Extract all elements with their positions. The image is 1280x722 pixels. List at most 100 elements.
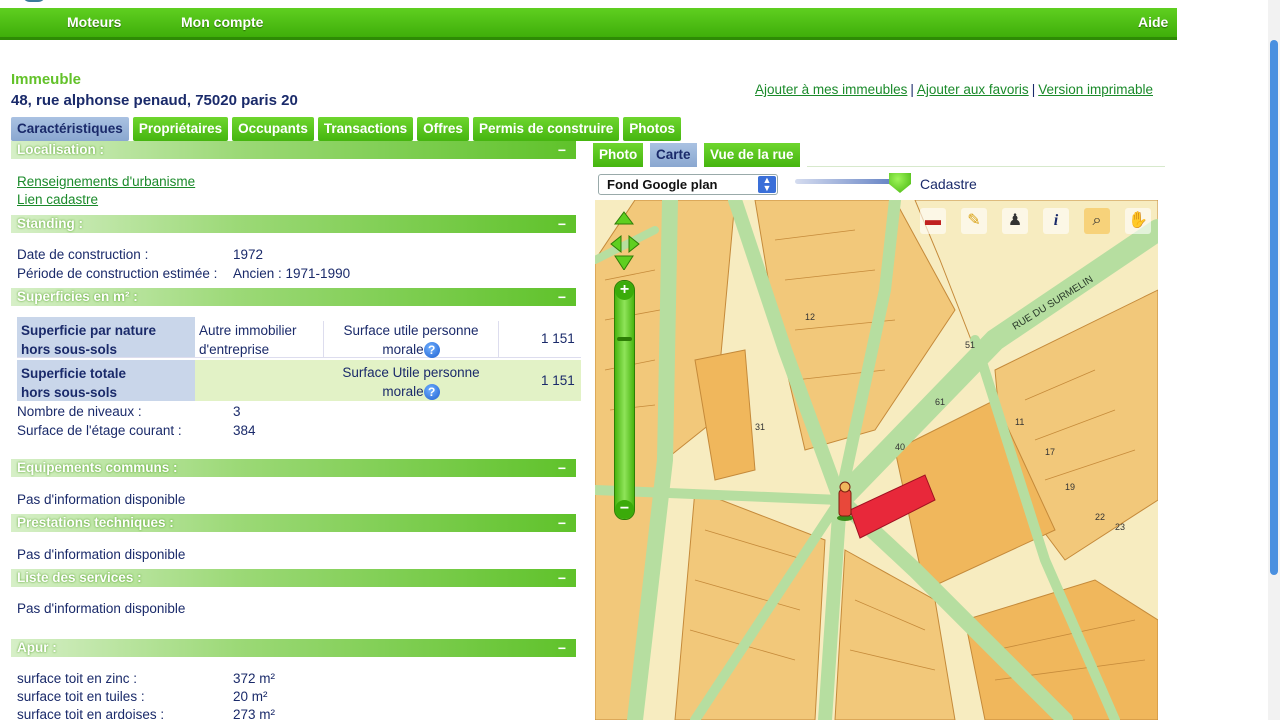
- link-separator: |: [910, 82, 914, 97]
- logo-fragment: [22, 0, 46, 2]
- collapse-icon[interactable]: −: [558, 640, 566, 656]
- urbanisme-link[interactable]: Renseignements d'urbanisme: [17, 174, 195, 189]
- collapse-icon[interactable]: −: [558, 216, 566, 232]
- zoom-icon[interactable]: ⌕: [1084, 208, 1110, 234]
- cell-line: morale: [382, 384, 424, 399]
- parcel-number: 22: [1095, 512, 1105, 522]
- field-label: Date de construction :: [17, 247, 149, 262]
- row-header: Superficie totale hors sous-sols: [17, 360, 195, 401]
- parcel-number: 19: [1065, 482, 1075, 492]
- table-row: Superficie totale hors sous-sols Surface …: [17, 360, 581, 401]
- no-info-text: Pas d'information disponible: [17, 547, 186, 562]
- map-view[interactable]: RUE DU SURMELIN 51 61 11 17 19 40 22 23 …: [595, 200, 1158, 720]
- table-row: Superficie par nature hors sous-sols Autr…: [17, 317, 581, 359]
- section-header-localisation[interactable]: Localisation : −: [11, 141, 576, 159]
- field-value: Ancien : 1971-1990: [233, 266, 351, 281]
- tab-permis[interactable]: Permis de construire: [472, 117, 620, 141]
- collapse-icon[interactable]: −: [558, 460, 566, 476]
- select-arrows-icon: ▲ ▼: [758, 176, 776, 193]
- map-tab-photo[interactable]: Photo: [593, 143, 644, 167]
- pegman-icon[interactable]: ♟: [1002, 208, 1028, 234]
- main-tabs: Caractéristiques Propriétaires Occupants…: [11, 117, 681, 141]
- field-value: 384: [233, 423, 256, 438]
- collapse-icon[interactable]: −: [558, 142, 566, 158]
- row-header-line: hors sous-sols: [21, 385, 118, 400]
- parcel-number: 40: [895, 442, 905, 452]
- ruler-icon[interactable]: ▬: [920, 208, 946, 234]
- section-title: Apur :: [17, 640, 57, 655]
- section-header-prestations[interactable]: Prestations techniques : −: [11, 514, 576, 532]
- collapse-icon[interactable]: −: [558, 515, 566, 531]
- field-label: surface toit en tuiles :: [17, 689, 145, 704]
- tab-photos[interactable]: Photos: [623, 117, 681, 141]
- highlighter-icon[interactable]: ✎: [961, 208, 987, 234]
- section-header-equipements[interactable]: Equipements communs : −: [11, 459, 576, 477]
- row-header-line: Superficie par nature: [21, 323, 157, 338]
- section-header-standing[interactable]: Standing : −: [11, 215, 576, 233]
- zoom-level-marker: [617, 337, 632, 341]
- tab-divider: [807, 166, 1165, 167]
- cadastre-opacity-slider[interactable]: [795, 179, 903, 184]
- tab-proprietaires[interactable]: Propriétaires: [132, 117, 229, 141]
- cadastre-link[interactable]: Lien cadastre: [17, 192, 98, 207]
- parcel-number: 11: [1015, 417, 1024, 427]
- collapse-icon[interactable]: −: [558, 570, 566, 586]
- link-separator: |: [1031, 82, 1036, 97]
- collapse-icon[interactable]: −: [558, 289, 566, 305]
- field-value: 20 m²: [233, 689, 268, 704]
- pan-arrows-icon: [610, 211, 640, 270]
- tab-occupants[interactable]: Occupants: [232, 117, 314, 141]
- cell-line: d'entreprise: [199, 342, 270, 357]
- scrollbar-thumb[interactable]: [1270, 40, 1278, 575]
- help-icon[interactable]: ?: [423, 384, 440, 401]
- zoom-in-button[interactable]: +: [615, 281, 634, 300]
- tab-offres[interactable]: Offres: [417, 117, 469, 141]
- print-version-link[interactable]: Version imprimable: [1038, 82, 1153, 97]
- page-title-address: 48, rue alphonse penaud, 75020 paris 20: [11, 92, 298, 109]
- section-title: Liste des services :: [17, 570, 142, 585]
- hand-icon[interactable]: ✋: [1125, 208, 1151, 234]
- cadastre-map-svg: RUE DU SURMELIN 51 61 11 17 19 40 22 23 …: [595, 200, 1158, 720]
- tab-caracteristiques[interactable]: Caractéristiques: [11, 117, 129, 141]
- section-header-services[interactable]: Liste des services : −: [11, 569, 576, 587]
- page-scrollbar[interactable]: [1268, 0, 1280, 720]
- pan-control[interactable]: [609, 210, 649, 270]
- map-tab-vue-rue[interactable]: Vue de la rue: [704, 143, 800, 167]
- parcel-number: 31: [755, 422, 765, 432]
- field-label: Nombre de niveaux :: [17, 404, 142, 419]
- header-actions: Ajouter à mes immeubles | Ajouter aux favo…: [755, 82, 1153, 97]
- field-value: 372 m²: [233, 671, 276, 686]
- zoom-slider[interactable]: + −: [614, 280, 635, 520]
- type-cell: Surface Utile personne morale?: [323, 363, 499, 401]
- value-cell: 1 151: [541, 331, 575, 346]
- section-title: Standing :: [17, 216, 83, 231]
- nav-mon-compte[interactable]: Mon compte: [181, 14, 263, 30]
- add-to-favorites-link[interactable]: Ajouter aux favoris: [917, 82, 1029, 97]
- tab-transactions[interactable]: Transactions: [317, 117, 414, 141]
- zoom-out-button[interactable]: −: [615, 500, 634, 519]
- section-header-superficies[interactable]: Superficies en m² : −: [11, 288, 576, 306]
- cell-line: morale: [382, 342, 424, 357]
- parcel-number: 12: [805, 312, 815, 322]
- slider-label: Cadastre: [920, 176, 977, 192]
- nav-aide[interactable]: Aide: [1138, 14, 1168, 30]
- cell-line: Autre immobilier: [199, 323, 297, 338]
- slider-handle[interactable]: [889, 173, 911, 193]
- nav-moteurs[interactable]: Moteurs: [67, 14, 121, 30]
- help-icon[interactable]: ?: [423, 342, 440, 359]
- top-nav-bar: Moteurs Mon compte Aide: [0, 8, 1177, 40]
- map-layer-select[interactable]: Fond Google plan ▲ ▼: [598, 174, 778, 195]
- row-header-line: Superficie totale: [21, 366, 127, 381]
- parcel-number: 17: [1045, 447, 1055, 457]
- parcel-number: 61: [935, 397, 945, 407]
- parcel-number: 51: [965, 340, 975, 350]
- section-header-apur[interactable]: Apur : −: [11, 639, 576, 657]
- info-icon[interactable]: i: [1043, 208, 1069, 234]
- add-to-buildings-link[interactable]: Ajouter à mes immeubles: [755, 82, 907, 97]
- page-kicker: Immeuble: [11, 71, 82, 88]
- field-label: Surface de l'étage courant :: [17, 423, 182, 438]
- map-tab-carte[interactable]: Carte: [650, 143, 697, 167]
- type-cell: Surface utile personne morale?: [323, 321, 499, 359]
- field-value: 1972: [233, 247, 264, 262]
- section-title: Prestations techniques :: [17, 515, 174, 530]
